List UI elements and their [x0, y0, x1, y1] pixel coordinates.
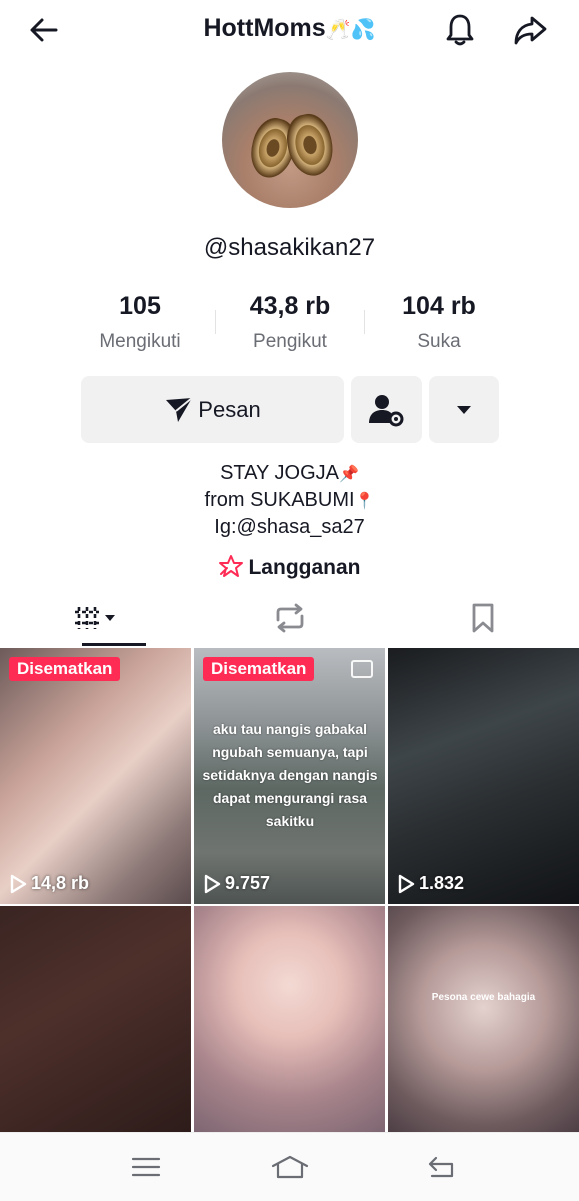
page-title: HottMoms🥂💦 [0, 14, 579, 43]
play-icon [10, 874, 27, 893]
repost-icon [276, 603, 303, 633]
video-thumbnail[interactable]: Disematkan 14,8 rb [0, 648, 191, 904]
video-thumbnail[interactable]: 1.832 [388, 648, 579, 904]
stat-likes[interactable]: 104 rb Suka [364, 292, 514, 353]
title-emoji: 🥂💦 [325, 17, 376, 41]
stat-label: Suka [417, 331, 461, 352]
home-icon [271, 1155, 309, 1179]
bio-line[interactable]: Ig:@shasa_sa27 [0, 514, 579, 540]
bio-text: STAY JOGJA [220, 462, 339, 484]
view-count: 14,8 rb [9, 873, 89, 894]
video-thumbnail[interactable] [0, 906, 191, 1132]
recent-apps-button[interactable] [116, 1143, 176, 1191]
profile-title-text: HottMoms [203, 14, 326, 42]
location-pin-icon: 📍 [354, 491, 375, 510]
bio-line: STAY JOGJA📌 [0, 460, 579, 487]
tab-reposts[interactable] [193, 590, 386, 646]
pinned-badge: Disematkan [203, 657, 315, 681]
play-icon [398, 874, 415, 893]
avatar-photo-detail [282, 110, 338, 180]
home-button[interactable] [260, 1143, 320, 1191]
photo-carousel-icon [351, 660, 373, 678]
send-icon [166, 396, 193, 422]
stat-label: Pengikut [253, 331, 327, 352]
back-nav-button[interactable] [412, 1143, 472, 1191]
user-settings-icon [368, 394, 403, 426]
share-icon [514, 16, 547, 45]
video-thumbnail[interactable]: Pesona cewe bahagia [388, 906, 579, 1132]
video-thumbnail[interactable]: Disematkan aku tau nangis gabakal ngubah… [194, 648, 385, 904]
caret-down-icon [457, 405, 471, 414]
stat-value: 104 rb [402, 292, 476, 320]
subscription-star-icon [219, 555, 244, 577]
tab-saved[interactable] [386, 590, 579, 646]
add-friend-button[interactable] [351, 376, 422, 443]
back-icon [428, 1156, 454, 1178]
bio-text[interactable]: Ig:@shasa_sa27 [214, 516, 364, 538]
view-count: 1.832 [397, 873, 464, 894]
bookmark-icon [472, 603, 493, 633]
stat-value: 105 [119, 292, 161, 320]
bio-text: from SUKABUMI [204, 489, 355, 511]
stat-label: Mengikuti [99, 331, 181, 352]
content-tabs [0, 590, 579, 646]
view-count: 9.757 [203, 873, 270, 894]
play-icon [204, 874, 221, 893]
notification-button[interactable] [436, 6, 484, 54]
active-tab-indicator [82, 643, 146, 646]
pushpin-icon: 📌 [339, 464, 359, 483]
share-button[interactable] [506, 6, 554, 54]
grid-icon [74, 607, 115, 629]
video-caption-overlay: aku tau nangis gabakal ngubah semuanya, … [202, 721, 378, 829]
menu-icon [131, 1157, 161, 1177]
message-button[interactable]: Pesan [81, 376, 344, 443]
bio-line: from SUKABUMI📍 [0, 487, 579, 514]
subscribe-label: Langganan [248, 556, 361, 579]
system-navigation-bar [0, 1132, 579, 1201]
username: @shasakikan27 [203, 234, 376, 261]
bell-icon [446, 14, 474, 46]
profile-bio: STAY JOGJA📌 from SUKABUMI📍 Ig:@shasa_sa2… [0, 460, 579, 540]
video-thumbnail[interactable] [194, 906, 385, 1132]
stat-followers[interactable]: 43,8 rb Pengikut [215, 292, 365, 353]
view-count-text: 1.832 [419, 873, 465, 893]
pinned-badge: Disematkan [9, 657, 121, 681]
message-button-label: Pesan [198, 396, 261, 422]
tab-videos[interactable] [0, 590, 193, 646]
view-count-text: 14,8 rb [31, 873, 90, 893]
video-caption-overlay: Pesona cewe bahagia [431, 992, 536, 1003]
stat-value: 43,8 rb [249, 292, 331, 320]
view-count-text: 9.757 [225, 873, 271, 893]
avatar[interactable] [222, 72, 358, 208]
more-options-button[interactable] [429, 376, 499, 443]
subscribe-link[interactable]: Langganan [0, 554, 579, 580]
stat-following[interactable]: 105 Mengikuti [65, 292, 215, 353]
